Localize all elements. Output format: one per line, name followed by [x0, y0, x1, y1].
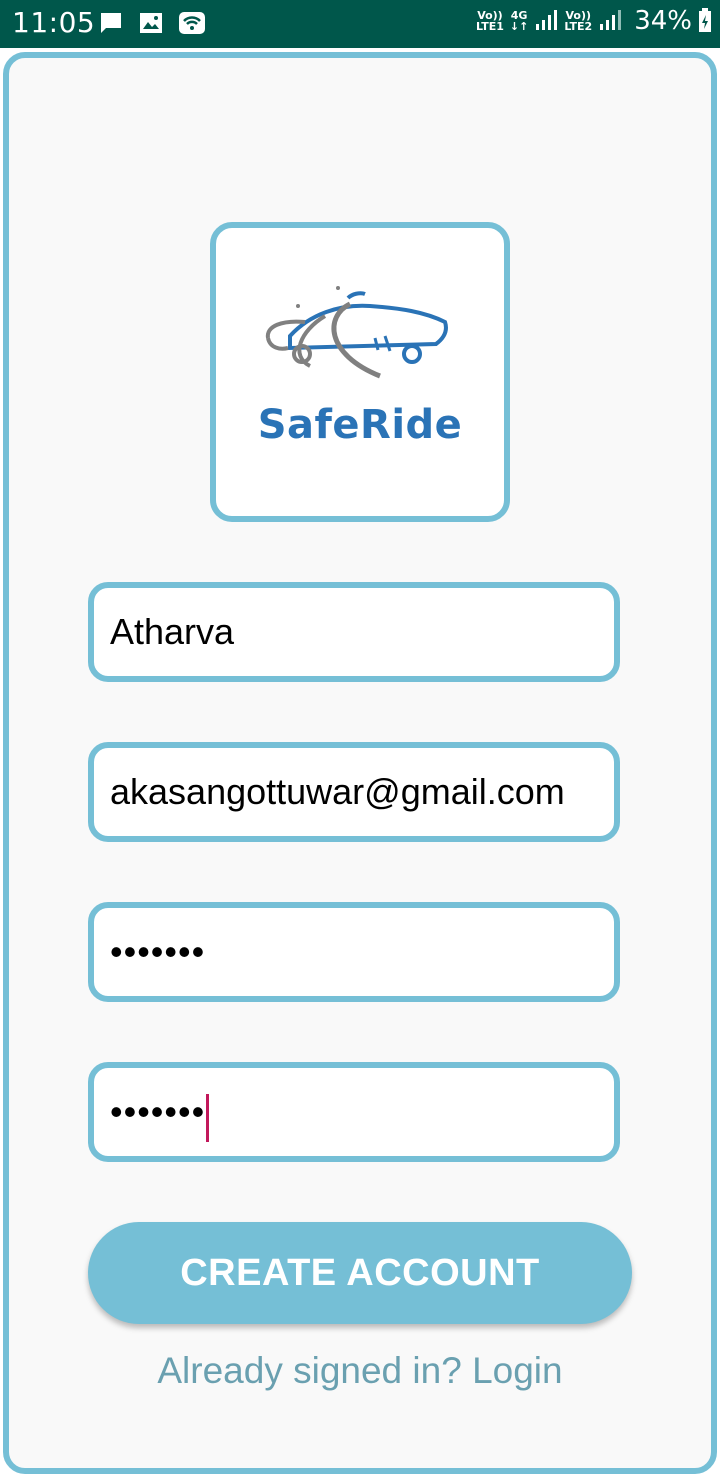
confirm-password-value: ••••••• — [110, 1091, 206, 1132]
message-icon — [98, 10, 124, 40]
image-icon — [138, 10, 164, 40]
app-logo: SafeRide — [230, 276, 490, 468]
confirm-password-field[interactable]: ••••••• — [88, 1062, 620, 1162]
battery-percent: 34% — [634, 6, 692, 36]
status-bar: 11:05 Vo)) LTE1 4G ↓↑ Vo)) LTE2 34% — [0, 0, 720, 48]
sim1-indicator: Vo)) LTE1 — [476, 9, 504, 33]
logo-container: SafeRide — [210, 222, 510, 522]
car-logo-icon — [265, 286, 448, 379]
create-account-button[interactable]: CREATE ACCOUNT — [88, 1222, 632, 1324]
login-link[interactable]: Already signed in? Login — [0, 1350, 720, 1392]
email-value: akasangottuwar@gmail.com — [110, 771, 565, 812]
notification-icons — [98, 10, 206, 40]
logo-wordmark: SafeRide — [257, 402, 463, 448]
password-field[interactable]: ••••••• — [88, 902, 620, 1002]
name-value: Atharva — [110, 611, 235, 652]
network-type: 4G ↓↑ — [509, 9, 529, 33]
name-field[interactable]: Atharva — [88, 582, 620, 682]
status-time: 11:05 — [12, 6, 96, 39]
password-value: ••••••• — [110, 931, 206, 972]
sim2-indicator: Vo)) LTE2 — [564, 9, 593, 33]
signal-icon — [534, 8, 558, 35]
status-right: Vo)) LTE1 4G ↓↑ Vo)) LTE2 34% — [476, 6, 712, 36]
signal-icon — [598, 8, 622, 35]
wifi-icon — [178, 10, 206, 40]
text-caret — [206, 1094, 209, 1142]
battery-icon — [698, 7, 712, 36]
email-field[interactable]: akasangottuwar@gmail.com — [88, 742, 620, 842]
